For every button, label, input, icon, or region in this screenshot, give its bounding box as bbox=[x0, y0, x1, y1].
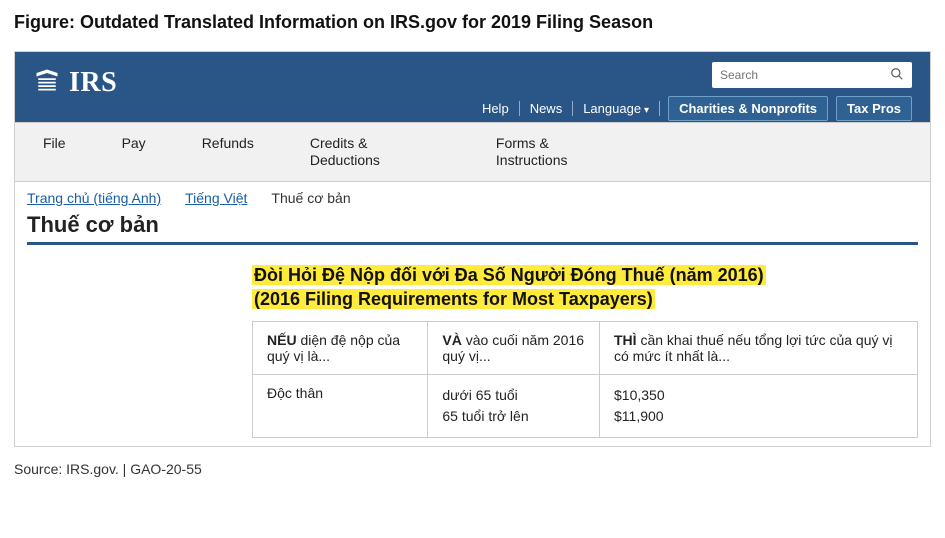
nav-refunds[interactable]: Refunds bbox=[174, 123, 282, 181]
th-amount: THÌ cần khai thuế nếu tổng lợi tức của q… bbox=[600, 322, 918, 375]
eagle-icon bbox=[33, 66, 61, 99]
left-pad bbox=[27, 263, 252, 439]
header-right: Help News Language▾ Charities & Nonprofi… bbox=[472, 62, 912, 121]
cell-amt-l1: $10,350 bbox=[614, 385, 903, 406]
source-line: Source: IRS.gov. | GAO-20-55 bbox=[14, 461, 931, 477]
search-input[interactable] bbox=[720, 68, 890, 82]
breadcrumb-home[interactable]: Trang chủ (tiếng Anh) bbox=[27, 190, 161, 206]
cell-age-l2: 65 tuổi trở lên bbox=[442, 406, 585, 427]
news-link[interactable]: News bbox=[520, 101, 574, 116]
nav-forms-l2: Instructions bbox=[496, 152, 568, 169]
breadcrumb: Trang chủ (tiếng Anh) Tiếng Việt Thuế cơ… bbox=[27, 190, 918, 206]
table-header-row: NẾU diện đệ nộp của quý vị là... VÀ vào … bbox=[253, 322, 918, 375]
cell-amount: $10,350 $11,900 bbox=[600, 375, 918, 438]
taxpros-button[interactable]: Tax Pros bbox=[836, 96, 912, 121]
content-wrap: Đòi Hỏi Đệ Nộp đối với Đa Số Người Đóng … bbox=[15, 263, 930, 447]
top-links: Help News Language▾ Charities & Nonprofi… bbox=[472, 96, 912, 121]
th-age: VÀ vào cuối năm 2016 quý vị... bbox=[428, 322, 600, 375]
cell-age-l1: dưới 65 tuổi bbox=[442, 385, 585, 406]
nav-pay[interactable]: Pay bbox=[94, 123, 174, 181]
nav-forms[interactable]: Forms & Instructions bbox=[468, 123, 596, 181]
search-box[interactable] bbox=[712, 62, 912, 88]
nav-credits-l1: Credits & bbox=[310, 135, 380, 152]
figure-title: Figure: Outdated Translated Information … bbox=[14, 12, 931, 33]
th-age-bold: VÀ bbox=[442, 332, 461, 348]
main-nav: File Pay Refunds Credits & Deductions Fo… bbox=[15, 122, 930, 182]
nav-forms-l1: Forms & bbox=[496, 135, 568, 152]
breadcrumb-wrap: Trang chủ (tiếng Anh) Tiếng Việt Thuế cơ… bbox=[15, 182, 930, 206]
breadcrumb-current: Thuế cơ bản bbox=[271, 190, 350, 206]
nav-file[interactable]: File bbox=[15, 123, 94, 181]
th-status: NẾU diện đệ nộp của quý vị là... bbox=[253, 322, 428, 375]
page-title: Thuế cơ bản bbox=[27, 212, 918, 238]
language-label: Language bbox=[583, 101, 641, 116]
th-amount-bold: THÌ bbox=[614, 332, 637, 348]
title-rule bbox=[27, 242, 918, 245]
search-icon[interactable] bbox=[890, 67, 904, 84]
nav-credits[interactable]: Credits & Deductions bbox=[282, 123, 408, 181]
requirements-table: NẾU diện đệ nộp của quý vị là... VÀ vào … bbox=[252, 321, 918, 438]
irs-logo[interactable]: IRS bbox=[33, 62, 117, 99]
th-amount-rest: cần khai thuế nếu tổng lợi tức của quý v… bbox=[614, 332, 893, 364]
highlighted-heading: Đòi Hỏi Đệ Nộp đối với Đa Số Người Đóng … bbox=[252, 263, 918, 312]
th-status-bold: NẾU bbox=[267, 332, 297, 348]
top-bar: IRS Help News Language▾ Charities & Nonp… bbox=[15, 52, 930, 122]
nav-credits-l2: Deductions bbox=[310, 152, 380, 169]
logo-text: IRS bbox=[69, 67, 117, 99]
charities-button[interactable]: Charities & Nonprofits bbox=[668, 96, 828, 121]
browser-frame: IRS Help News Language▾ Charities & Nonp… bbox=[14, 51, 931, 447]
cell-age: dưới 65 tuổi 65 tuổi trở lên bbox=[428, 375, 600, 438]
chevron-down-icon: ▾ bbox=[644, 105, 649, 116]
cell-status: Độc thân bbox=[253, 375, 428, 438]
content: Đòi Hỏi Đệ Nộp đối với Đa Số Người Đóng … bbox=[252, 263, 918, 439]
cell-amt-l2: $11,900 bbox=[614, 406, 903, 427]
language-link[interactable]: Language▾ bbox=[573, 101, 660, 116]
breadcrumb-lang[interactable]: Tiếng Việt bbox=[185, 190, 247, 206]
table-row: Độc thân dưới 65 tuổi 65 tuổi trở lên $1… bbox=[253, 375, 918, 438]
th-age-rest: vào cuối năm 2016 quý vị... bbox=[442, 332, 584, 364]
highlight-line2: (2016 Filing Requirements for Most Taxpa… bbox=[252, 289, 655, 309]
help-link[interactable]: Help bbox=[472, 101, 520, 116]
highlight-line1: Đòi Hỏi Đệ Nộp đối với Đa Số Người Đóng … bbox=[252, 265, 766, 285]
